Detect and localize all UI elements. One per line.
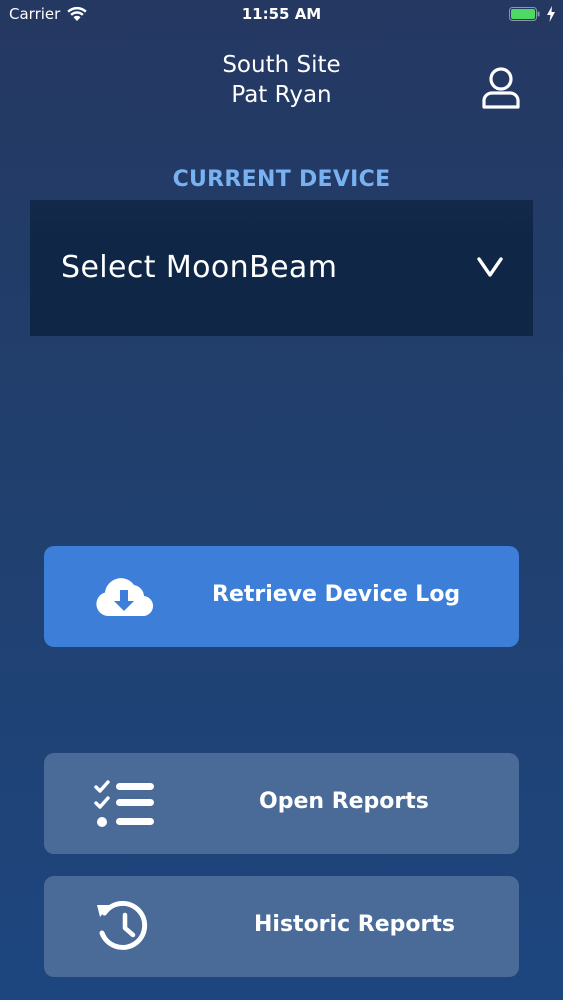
historic-reports-label: Historic Reports (254, 912, 455, 937)
current-device-label: CURRENT DEVICE (172, 167, 391, 192)
status-bar: Carrier 11:55 AM (0, 0, 563, 30)
battery-icon (509, 7, 540, 21)
user-name: Pat Ryan (231, 82, 332, 108)
charging-icon (547, 6, 555, 22)
cloud-download-icon (96, 578, 154, 617)
user-icon (482, 67, 520, 109)
profile-button[interactable] (480, 66, 522, 110)
historic-reports-button[interactable]: Historic Reports (44, 876, 519, 977)
device-select-dropdown[interactable]: Select MoonBeam (30, 200, 533, 336)
site-name: South Site (222, 52, 341, 78)
open-reports-button[interactable]: Open Reports (44, 753, 519, 854)
retrieve-device-log-label: Retrieve Device Log (212, 582, 461, 607)
retrieve-device-log-button[interactable]: Retrieve Device Log (44, 546, 519, 647)
checklist-icon (94, 780, 154, 827)
history-icon (97, 901, 148, 950)
open-reports-label: Open Reports (259, 789, 429, 814)
device-select-placeholder: Select MoonBeam (61, 250, 338, 285)
status-time: 11:55 AM (241, 5, 322, 23)
chevron-down-icon (477, 257, 503, 277)
